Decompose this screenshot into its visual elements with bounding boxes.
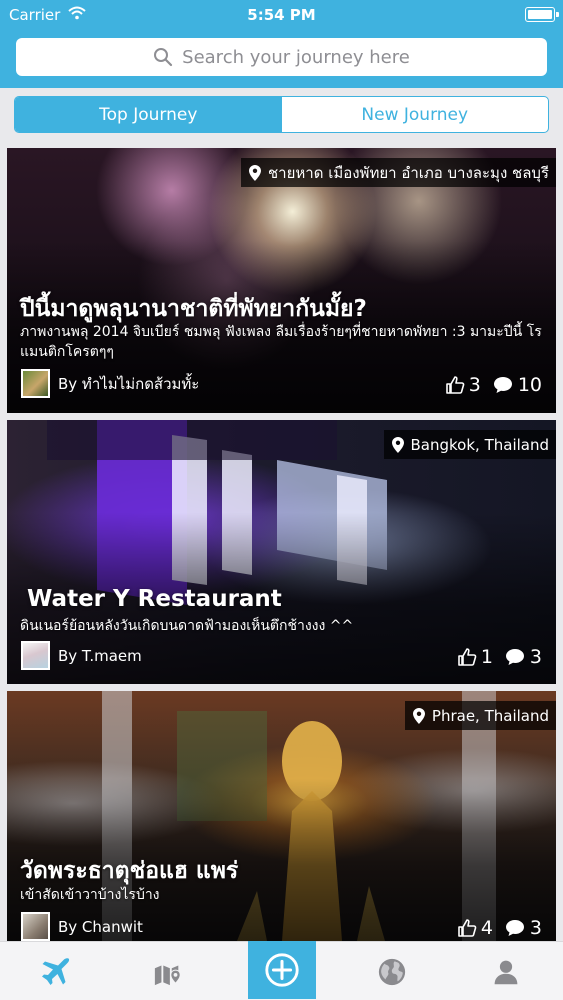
comment-icon[interactable] [505, 919, 525, 937]
map-pin-icon [154, 964, 181, 985]
location-badge: ชายหาด เมืองพัทยา อำเภอ บางละมุง ชลบุรี [241, 158, 556, 187]
location-pin-icon [412, 707, 425, 724]
card-title: Water Y Restaurant [27, 586, 282, 612]
journey-card[interactable]: ชายหาด เมืองพัทยา อำเภอ บางละมุง ชลบุรี … [7, 148, 556, 413]
globe-icon [378, 958, 406, 985]
tab-top-journey[interactable]: Top Journey [15, 97, 282, 132]
author: By Chanwit [21, 912, 143, 941]
location-pin-icon [391, 436, 404, 453]
like-icon[interactable] [457, 647, 477, 667]
like-count: 4 [480, 917, 493, 939]
comment-icon[interactable] [505, 648, 525, 666]
card-description: เข้าสัดเข้าวาบ้างไรบ้าง [20, 887, 160, 903]
battery-icon [525, 7, 559, 22]
search-icon [154, 48, 173, 67]
card-stats: 3 10 [445, 374, 542, 396]
add-journey-button[interactable] [248, 941, 316, 999]
tab-new-journey[interactable]: New Journey [282, 97, 549, 132]
avatar [21, 369, 50, 398]
journey-segmented-control: Top Journey New Journey [14, 96, 549, 133]
card-title: วัดพระธาตุช่อแฮ แพร่ [20, 858, 239, 884]
comment-icon[interactable] [493, 376, 513, 394]
add-icon [265, 953, 299, 987]
card-stats: 4 3 [457, 917, 542, 939]
card-stats: 1 3 [457, 646, 542, 668]
header: Carrier 5:54 PM Search your journey here [0, 0, 563, 88]
search-placeholder: Search your journey here [182, 46, 410, 68]
author-name: By ทำไมไม่กดส้วมทั้ะ [58, 374, 200, 393]
author: By ทำไมไม่กดส้วมทั้ะ [21, 369, 199, 398]
card-description: ภาพงานพลุ 2014 จิบเบียร์ ชมพลุ ฟังเพลง ล… [20, 324, 542, 360]
location-label: Phrae, Thailand [431, 706, 549, 725]
search-input[interactable]: Search your journey here [16, 38, 547, 76]
avatar [21, 912, 50, 941]
like-icon[interactable] [445, 375, 465, 395]
tab-explore[interactable] [362, 942, 422, 1000]
status-bar: Carrier 5:54 PM [0, 0, 563, 30]
plane-icon [42, 957, 70, 985]
profile-icon [494, 960, 518, 984]
journey-card[interactable]: Bangkok, Thailand Water Y Restaurant ดิน… [7, 420, 556, 684]
like-count: 3 [468, 374, 481, 396]
location-label: ชายหาด เมืองพัทยา อำเภอ บางละมุง ชลบุรี [268, 163, 549, 182]
tab-profile[interactable] [476, 942, 536, 1000]
tab-map[interactable] [138, 942, 198, 1000]
comment-count: 3 [529, 917, 542, 939]
author-name: By T.maem [58, 646, 142, 665]
like-count: 1 [480, 646, 493, 668]
avatar [21, 641, 50, 670]
like-icon[interactable] [457, 918, 477, 938]
card-description: ดินเนอร์ย้อนหลังวันเกิดบนดาดฟ้ามองเห็นตึ… [20, 618, 354, 634]
tab-bar [0, 941, 563, 1000]
comment-count: 3 [529, 646, 542, 668]
location-label: Bangkok, Thailand [410, 435, 549, 454]
author-name: By Chanwit [58, 917, 143, 936]
clock: 5:54 PM [247, 6, 316, 24]
journey-card[interactable]: Phrae, Thailand วัดพระธาตุช่อแฮ แพร่ เข้… [7, 691, 556, 941]
location-pin-icon [249, 164, 261, 181]
comment-count: 10 [517, 374, 542, 396]
location-badge: Phrae, Thailand [404, 701, 556, 730]
tab-journeys[interactable] [26, 942, 86, 1000]
author: By T.maem [21, 641, 142, 670]
location-badge: Bangkok, Thailand [383, 430, 556, 459]
